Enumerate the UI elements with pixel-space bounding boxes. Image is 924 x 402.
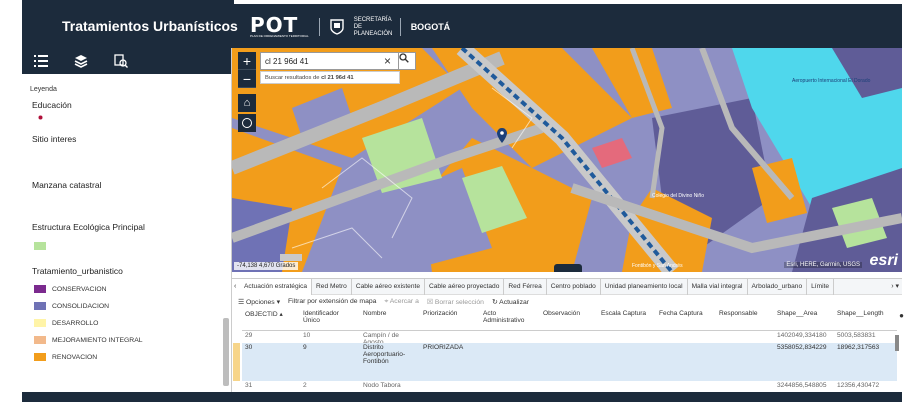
pot-logo: POT PLAN DE ORDENAMIENTO TERRITORIAL [250, 13, 309, 38]
column-settings-icon[interactable]: ● [899, 311, 904, 320]
col-nombre[interactable]: Nombre [360, 309, 420, 330]
map-label-colegio: Colegio del Divino Niño [652, 193, 704, 199]
col-objectid[interactable]: OBJECTID ▴ [242, 309, 300, 330]
educacion-marker-icon [38, 115, 43, 120]
map-label-aeropuerto: Aeropuerto Internacional El Dorado [792, 78, 871, 84]
zoom-controls: + − [238, 52, 256, 88]
tab-arbolado[interactable]: Arbolado_urbano [748, 278, 808, 295]
legend-tab-label[interactable]: Leyenda [30, 86, 57, 93]
table-tabs: Actuación estratégica Red Metro Cable aé… [232, 278, 902, 295]
logo-separator-2 [399, 18, 401, 36]
app-header: Tratamientos Urbanísticos POT PLAN DE OR… [22, 4, 902, 48]
logo-separator [318, 18, 320, 36]
legend-item-renovacion: RENOVACION [52, 354, 98, 361]
secretaria-logo: SECRETARÍA DE PLANEACIÓN [353, 16, 393, 37]
tab-red-metro[interactable]: Red Metro [312, 278, 352, 295]
search-suggestion[interactable]: Buscar resultados de cl 21 96d 41 [260, 71, 400, 84]
search-icon [399, 53, 409, 63]
tabs-scroll-right-icon[interactable]: › ▾ [891, 282, 899, 290]
tab-limite[interactable]: Límite [807, 278, 835, 295]
legend-scrollbar[interactable] [223, 318, 229, 386]
app-title: Tratamientos Urbanísticos [62, 18, 238, 34]
tab-cable-existente[interactable]: Cable aéreo existente [352, 278, 425, 295]
table-row-selected[interactable]: 30 9 Distrito Aeroportuario-Fontibón PRI… [233, 343, 897, 381]
swatch-renovacion [34, 353, 46, 361]
refresh-button[interactable]: ↻ Actualizar [492, 298, 529, 306]
data-grid: OBJECTID ▴ Identificador Único Nombre Pr… [233, 309, 904, 391]
shield-icon [329, 19, 344, 35]
legend-section-sitio: Sitio interes [32, 134, 77, 144]
table-row[interactable]: 31 2 Nodo Tabora 3244856,548805 12356,43… [242, 381, 897, 391]
attribute-table: ‹ Actuación estratégica Red Metro Cable … [232, 278, 904, 392]
col-fecha[interactable]: Fecha Captura [656, 309, 716, 330]
col-shape-length[interactable]: Shape__Length [834, 309, 890, 330]
eep-swatch [34, 242, 46, 250]
table-header-row: OBJECTID ▴ Identificador Único Nombre Pr… [242, 309, 904, 331]
filter-extent-button[interactable]: Filtrar por extensión de mapa [288, 298, 376, 305]
col-identificador[interactable]: Identificador Único [300, 309, 360, 330]
tab-upl[interactable]: Unidad planeamiento local [601, 278, 688, 295]
bottom-bar [22, 392, 902, 402]
tab-malla-vial[interactable]: Malla vial integral [688, 278, 748, 295]
legend-item-mejoramiento: MEJORAMIENTO INTEGRAL [52, 337, 143, 344]
table-collapse-handle[interactable] [554, 264, 582, 272]
map-attribution: Esri, HERE, Garmin, USGS [784, 262, 862, 268]
legend-list-icon[interactable] [32, 52, 50, 70]
legend-section-educacion: Educación [32, 100, 72, 110]
tab-centro-poblado[interactable]: Centro poblado [547, 278, 601, 295]
table-row[interactable]: 29 10 Campín / de Agosto 1402049,334180 … [242, 331, 897, 343]
query-search-icon[interactable] [112, 52, 130, 70]
left-panel: Leyenda Educación Sitio interes Manzana … [22, 48, 232, 392]
zoom-to-button[interactable]: ⌖ Acercar a [384, 298, 418, 306]
coordinate-readout: -74,138 4,670 Grados [234, 262, 299, 270]
col-responsable[interactable]: Responsable [716, 309, 774, 330]
tab-actuacion[interactable]: Actuación estratégica [232, 278, 313, 295]
tabs-scroll-left-icon[interactable]: ‹ [234, 283, 236, 290]
bogota-logo: BOGOTÁ [410, 22, 451, 32]
legend-item-consolidacion: CONSOLIDACION [52, 303, 110, 310]
row-selection-marker [233, 343, 240, 381]
col-acto[interactable]: Acto Administrativo [480, 309, 540, 330]
col-observacion[interactable]: Observación [540, 309, 598, 330]
tab-cable-proyectado[interactable]: Cable aéreo proyectado [425, 278, 505, 295]
search-button[interactable] [398, 52, 416, 70]
locate-button[interactable] [238, 114, 256, 132]
swatch-consolidacion [34, 302, 46, 310]
esri-logo: esri [869, 252, 898, 269]
legend-item-desarrollo: DESARROLLO [52, 320, 99, 327]
home-button[interactable]: ⌂ [238, 94, 256, 112]
home-icon: ⌂ [243, 97, 251, 109]
zoom-out-button[interactable]: − [238, 70, 256, 88]
swatch-desarrollo [34, 319, 46, 327]
zoom-in-button[interactable]: + [238, 52, 256, 70]
search-clear-button[interactable]: × [384, 52, 398, 70]
options-menu[interactable]: ☰ Opciones ▾ [238, 298, 280, 306]
col-shape-area[interactable]: Shape__Area [774, 309, 834, 330]
legend-section-manzana: Manzana catastral [32, 180, 102, 190]
table-scrollbar[interactable] [895, 335, 899, 351]
map-view[interactable]: Colegio del Divino Niño Fontibón y San A… [232, 48, 902, 272]
swatch-mejoramiento [34, 336, 46, 344]
left-toolbar [22, 48, 231, 74]
tab-red-ferrea[interactable]: Red Férrea [504, 278, 547, 295]
table-toolbar: ☰ Opciones ▾ Filtrar por extensión de ma… [232, 295, 902, 308]
map-label-fontibon: Fontibón y San Andrés [632, 263, 683, 269]
swatch-conservacion [34, 285, 46, 293]
header-logos: POT PLAN DE ORDENAMIENTO TERRITORIAL SEC… [250, 12, 450, 42]
clear-selection-button[interactable]: ☒ Borrar selección [427, 298, 484, 306]
legend-section-eep: Estructura Ecológica Principal [32, 222, 145, 232]
layers-icon[interactable] [72, 52, 90, 70]
col-priorizacion[interactable]: Priorización [420, 309, 480, 330]
col-escala[interactable]: Escala Captura [598, 309, 656, 330]
legend-item-conservacion: CONSERVACION [52, 286, 107, 293]
legend-section-tratamiento: Tratamiento_urbanistico [32, 266, 123, 276]
